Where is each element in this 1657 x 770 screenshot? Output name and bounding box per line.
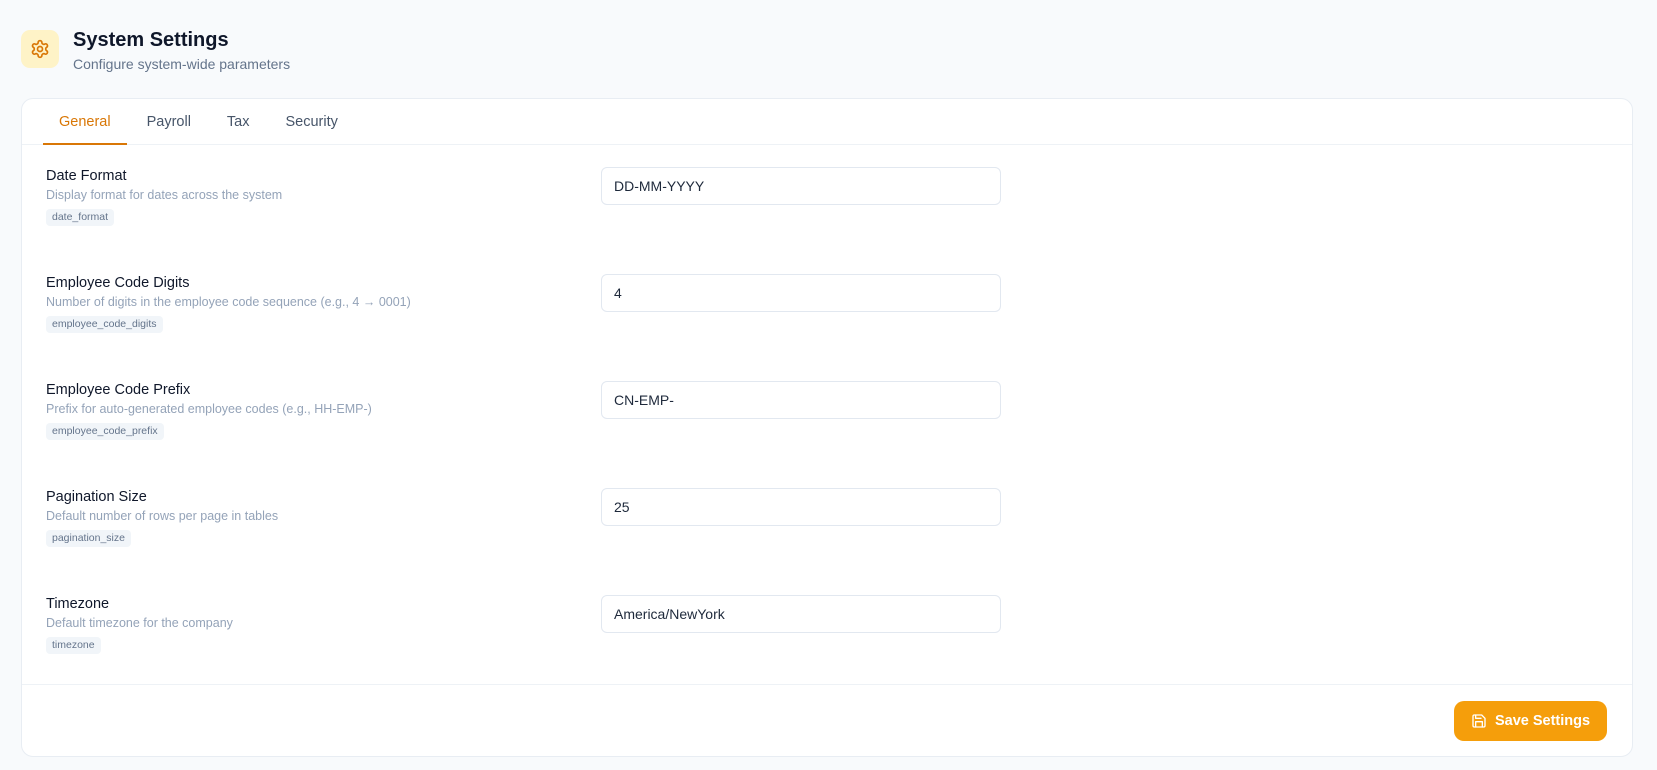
page-title: System Settings (73, 29, 229, 51)
pagination-size-input[interactable] (601, 488, 1001, 526)
date-format-input[interactable] (601, 167, 1001, 205)
setting-key-badge: employee_code_prefix (46, 423, 164, 440)
tab-general[interactable]: General (43, 99, 127, 145)
settings-page: System Settings Configure system-wide pa… (0, 0, 1657, 770)
timezone-input[interactable] (601, 595, 1001, 633)
tab-payroll[interactable]: Payroll (131, 99, 207, 144)
tab-bar: General Payroll Tax Security (22, 99, 1632, 145)
save-icon (1471, 713, 1487, 729)
setting-row-timezone: Timezone Default timezone for the compan… (46, 595, 1606, 695)
settings-card: General Payroll Tax Security Date Format… (21, 98, 1633, 757)
card-footer: Save Settings (22, 684, 1632, 756)
gear-icon (21, 30, 59, 68)
tab-tax[interactable]: Tax (211, 99, 266, 144)
setting-row-employee-code-prefix: Employee Code Prefix Prefix for auto-gen… (46, 381, 1606, 481)
setting-row-employee-code-digits: Employee Code Digits Number of digits in… (46, 274, 1606, 374)
setting-key-badge: pagination_size (46, 530, 131, 547)
tab-security[interactable]: Security (270, 99, 354, 144)
setting-key-badge: date_format (46, 209, 115, 226)
employee-code-digits-input[interactable] (601, 274, 1001, 312)
header-text: System Settings Configure system-wide pa… (73, 28, 290, 73)
setting-row-pagination-size: Pagination Size Default number of rows p… (46, 488, 1606, 588)
save-button-label: Save Settings (1494, 713, 1591, 729)
setting-row-date-format: Date Format Display format for dates acr… (46, 167, 1606, 267)
save-settings-button[interactable]: Save Settings (1454, 701, 1607, 741)
setting-key-badge: employee_code_digits (46, 316, 163, 333)
setting-key-badge: timezone (46, 637, 101, 654)
page-header: System Settings Configure system-wide pa… (21, 28, 290, 73)
employee-code-prefix-input[interactable] (601, 381, 1001, 419)
page-subtitle: Configure system-wide parameters (73, 56, 291, 72)
